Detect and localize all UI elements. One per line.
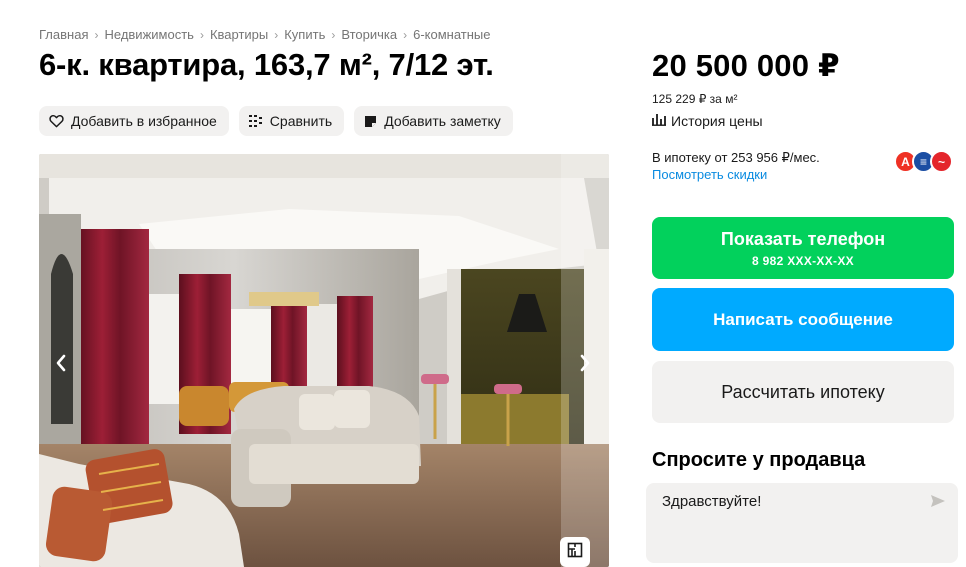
- mortgage-info: В ипотеку от 253 956 ₽/мес.: [652, 150, 820, 165]
- price: 20 500 000 ₽: [652, 48, 840, 83]
- breadcrumb: Главная › Недвижимость › Квартиры › Купи…: [39, 27, 490, 42]
- ask-seller-title: Спросите у продавца: [652, 449, 866, 471]
- bank-logo-icon: ~: [930, 150, 953, 173]
- compare-icon: [248, 114, 263, 128]
- send-icon: [930, 494, 946, 513]
- ask-seller-input[interactable]: [662, 493, 912, 510]
- price-history-link[interactable]: История цены: [652, 113, 763, 129]
- gallery-prev-button[interactable]: [46, 350, 76, 380]
- note-icon: [364, 115, 377, 128]
- write-message-button[interactable]: Написать сообщение: [652, 288, 954, 351]
- breadcrumb-separator-icon: ›: [403, 27, 408, 42]
- breadcrumb-item-home[interactable]: Главная: [39, 27, 88, 42]
- breadcrumb-item-buy[interactable]: Купить: [284, 27, 325, 42]
- gallery-next-button[interactable]: [570, 350, 600, 380]
- add-to-favorites-button[interactable]: Добавить в избранное: [39, 106, 229, 136]
- breadcrumb-item-real-estate[interactable]: Недвижимость: [104, 27, 193, 42]
- breadcrumb-separator-icon: ›: [274, 27, 279, 42]
- breadcrumb-item-secondary[interactable]: Вторичка: [341, 27, 397, 42]
- listing-photo: [39, 154, 609, 567]
- breadcrumb-item-apartments[interactable]: Квартиры: [210, 27, 268, 42]
- add-note-label: Добавить заметку: [384, 113, 501, 129]
- masked-phone-number: 8 982 XXX-XX-XX: [752, 254, 854, 268]
- calculate-mortgage-button[interactable]: Рассчитать ипотеку: [652, 361, 954, 423]
- price-history-label: История цены: [671, 113, 763, 129]
- listing-page: Главная › Недвижимость › Квартиры › Купи…: [0, 0, 966, 567]
- price-per-square-meter: 125 229 ₽ за м²: [652, 92, 738, 106]
- chevron-left-icon: [55, 354, 67, 377]
- breadcrumb-separator-icon: ›: [331, 27, 336, 42]
- add-note-button[interactable]: Добавить заметку: [354, 106, 513, 136]
- listing-actions: Добавить в избранное Сравнить Добавить з…: [39, 106, 513, 136]
- add-to-favorites-label: Добавить в избранное: [71, 113, 217, 129]
- floor-plan-icon: [567, 542, 583, 563]
- breadcrumb-item-6-rooms[interactable]: 6-комнатные: [413, 27, 490, 42]
- show-phone-label: Показать телефон: [720, 229, 886, 249]
- photo-gallery[interactable]: [39, 154, 609, 567]
- compare-label: Сравнить: [269, 113, 333, 129]
- bank-logos: А ≡ ~: [894, 150, 954, 174]
- show-phone-button[interactable]: Показать телефон 8 982 XXX-XX-XX: [652, 217, 954, 279]
- chevron-right-icon: [579, 354, 591, 377]
- send-message-button[interactable]: [928, 494, 948, 512]
- breadcrumb-separator-icon: ›: [199, 27, 204, 42]
- compare-button[interactable]: Сравнить: [238, 106, 345, 136]
- listing-title: 6-к. квартира, 163,7 м², 7/12 эт.: [39, 47, 494, 82]
- view-discounts-link[interactable]: Посмотреть скидки: [652, 167, 767, 182]
- heart-icon: [49, 114, 64, 128]
- breadcrumb-separator-icon: ›: [94, 27, 99, 42]
- bar-chart-icon: [652, 113, 666, 129]
- floor-plan-button[interactable]: [560, 537, 590, 567]
